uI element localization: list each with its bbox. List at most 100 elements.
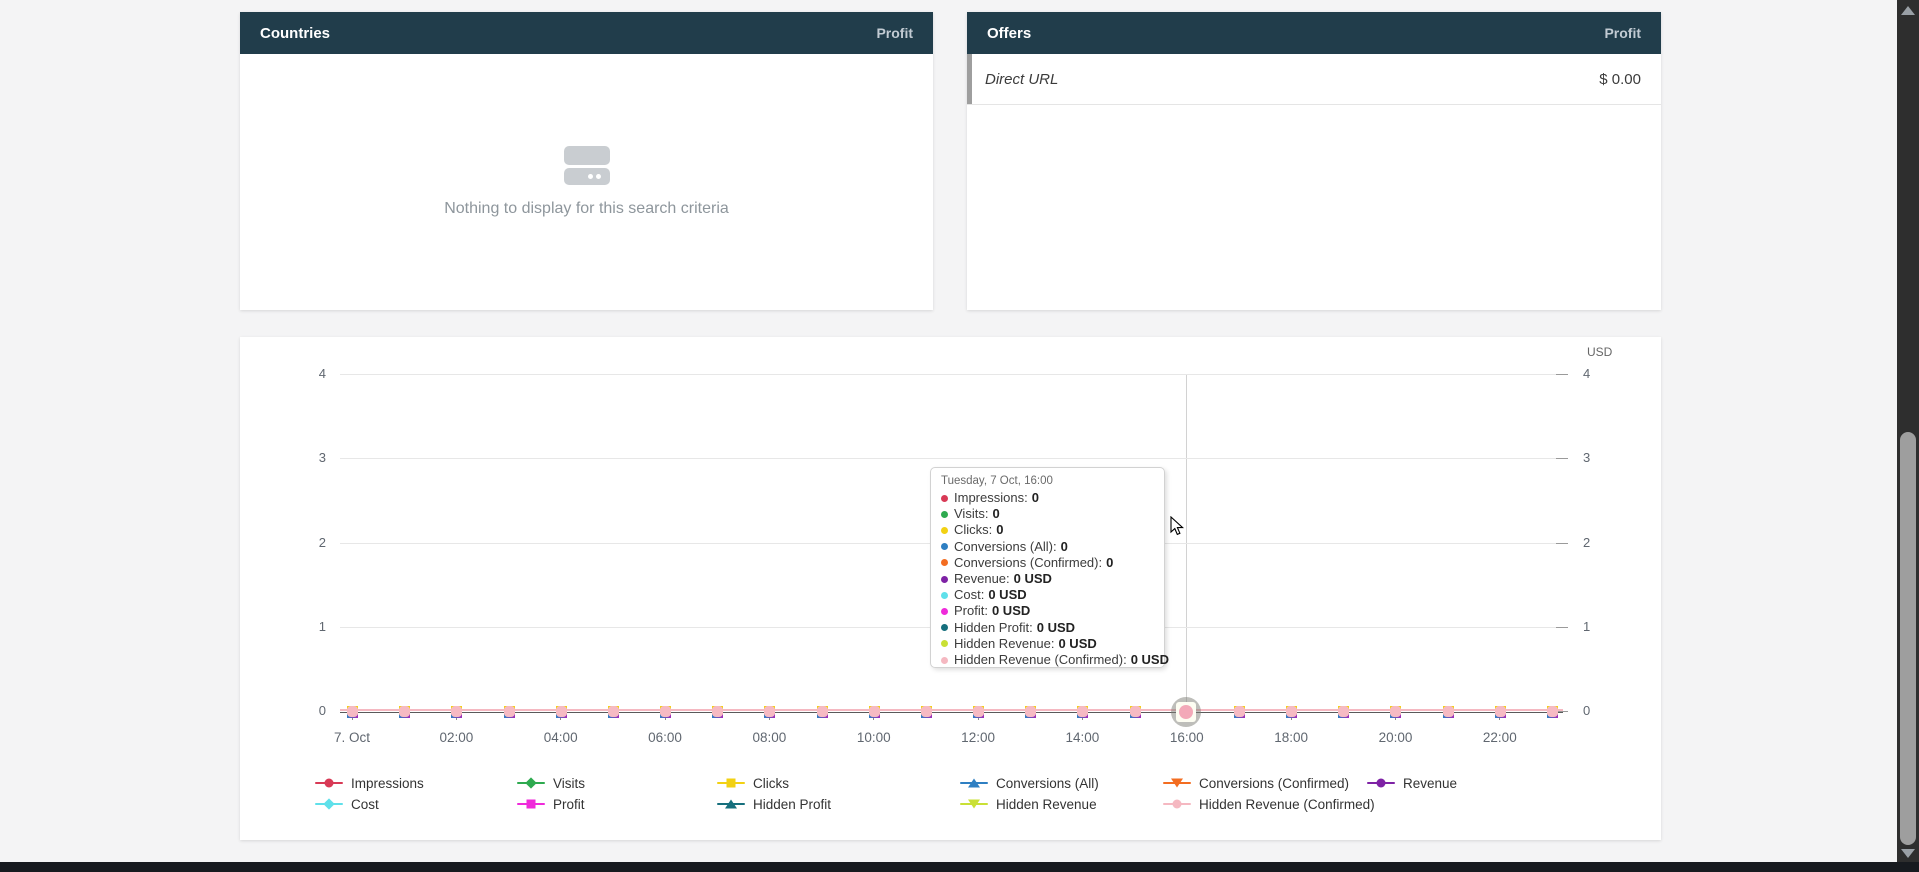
countries-metric-header[interactable]: Profit	[876, 25, 913, 41]
legend-label: Hidden Revenue (Confirmed)	[1199, 797, 1375, 812]
tooltip-row-label: Hidden Revenue (Confirmed):	[954, 652, 1127, 668]
legend-item-conversions-confirmed[interactable]: Conversions (Confirmed)	[1163, 775, 1349, 791]
offers-metric-header[interactable]: Profit	[1604, 25, 1641, 41]
legend-item-impressions[interactable]: Impressions	[315, 775, 424, 791]
tooltip-series-bullet	[941, 543, 948, 550]
tooltip-row-value: 0	[1032, 490, 1039, 506]
tooltip-row: Profit:0 USD	[941, 603, 1154, 619]
legend-item-visits[interactable]: Visits	[517, 775, 585, 791]
x-axis-label: 04:00	[544, 730, 578, 745]
tooltip-series-bullet	[941, 640, 948, 647]
offer-row[interactable]: Direct URL $ 0.00	[967, 54, 1661, 105]
legend-label: Conversions (All)	[996, 776, 1099, 791]
tooltip-row-label: Revenue:	[954, 571, 1010, 587]
scrollbar-thumb[interactable]	[1900, 432, 1916, 845]
data-point-marker[interactable]	[1077, 706, 1088, 717]
flat-series-line	[340, 709, 1563, 711]
legend-marker-line	[960, 782, 988, 784]
x-axis-label: 06:00	[648, 730, 682, 745]
data-point-marker[interactable]	[399, 706, 410, 717]
data-point-marker[interactable]	[1495, 706, 1506, 717]
data-point-marker[interactable]	[1130, 706, 1141, 717]
data-point-marker[interactable]	[817, 706, 828, 717]
legend-label: Profit	[553, 797, 585, 812]
tooltip-row-label: Conversions (All):	[954, 539, 1057, 555]
data-point-marker[interactable]	[1390, 706, 1401, 717]
tooltip-row-label: Impressions:	[954, 490, 1028, 506]
data-point-marker[interactable]	[1234, 706, 1245, 717]
scroll-up-icon[interactable]	[1901, 6, 1915, 15]
y-axis-label-left: 3	[292, 450, 326, 465]
page-scrollbar[interactable]	[1897, 0, 1919, 862]
y-axis-label-right: 1	[1583, 619, 1617, 634]
tooltip-row: Conversions (Confirmed):0	[941, 555, 1154, 571]
tooltip-row-value: 0 USD	[1037, 620, 1075, 636]
scroll-down-icon[interactable]	[1901, 849, 1915, 858]
data-point-marker[interactable]	[556, 706, 567, 717]
legend-item-hidden-profit[interactable]: Hidden Profit	[717, 796, 831, 812]
legend-item-conversions-all[interactable]: Conversions (All)	[960, 775, 1099, 791]
tooltip-row: Hidden Profit:0 USD	[941, 620, 1154, 636]
legend-marker-triangle-up	[968, 779, 980, 788]
tooltip-row: Revenue:0 USD	[941, 571, 1154, 587]
legend-label: Visits	[553, 776, 585, 791]
legend-marker-line	[315, 782, 343, 784]
x-axis-label: 16:00	[1170, 730, 1204, 745]
legend-item-clicks[interactable]: Clicks	[717, 775, 789, 791]
legend-item-hidden-revenue-confirmed[interactable]: Hidden Revenue (Confirmed)	[1163, 796, 1375, 812]
y-axis-label-left: 0	[292, 703, 326, 718]
data-point-marker[interactable]	[1025, 706, 1036, 717]
chart-tooltip: Tuesday, 7 Oct, 16:00 Impressions:0Visit…	[930, 467, 1165, 668]
hovered-point-marker[interactable]	[1171, 697, 1201, 727]
x-axis-label: 7. Oct	[334, 730, 370, 745]
legend-marker-line	[1367, 782, 1395, 784]
offer-name[interactable]: Direct URL	[985, 71, 1599, 88]
tooltip-row-label: Hidden Revenue:	[954, 636, 1054, 652]
tooltip-row: Conversions (All):0	[941, 539, 1154, 555]
tooltip-row: Cost:0 USD	[941, 587, 1154, 603]
data-point-marker[interactable]	[347, 706, 358, 717]
y-axis-label-left: 4	[292, 366, 326, 381]
tooltip-series-bullet	[941, 576, 948, 583]
data-point-marker[interactable]	[764, 706, 775, 717]
legend-item-revenue[interactable]: Revenue	[1367, 775, 1457, 791]
data-point-marker[interactable]	[973, 706, 984, 717]
y-axis-tick	[1556, 543, 1568, 544]
legend-item-hidden-revenue[interactable]: Hidden Revenue	[960, 796, 1097, 812]
data-point-marker[interactable]	[712, 706, 723, 717]
tooltip-row-value: 0 USD	[1131, 652, 1169, 668]
offers-panel-title: Offers	[987, 25, 1031, 42]
y-axis-label-left: 2	[292, 535, 326, 550]
legend-marker-line	[517, 782, 545, 784]
data-point-marker[interactable]	[1443, 706, 1454, 717]
tooltip-row-value: 0 USD	[1014, 571, 1052, 587]
data-point-marker[interactable]	[1547, 706, 1558, 717]
legend-marker-line	[315, 803, 343, 805]
tooltip-series-bullet	[941, 495, 948, 502]
data-point-marker[interactable]	[451, 706, 462, 717]
data-point-marker[interactable]	[869, 706, 880, 717]
tooltip-row-value: 0	[1061, 539, 1068, 555]
chart-card: USD 44332211007. Oct02:0004:0006:0008:00…	[240, 337, 1661, 840]
legend-marker-triangle-down	[1171, 779, 1183, 788]
gridline	[340, 374, 1563, 375]
tooltip-series-bullet	[941, 657, 948, 664]
tooltip-row-value: 0 USD	[1058, 636, 1096, 652]
legend-item-profit[interactable]: Profit	[517, 796, 585, 812]
bottom-bar	[0, 862, 1919, 872]
x-axis-label: 22:00	[1483, 730, 1517, 745]
legend-item-cost[interactable]: Cost	[315, 796, 379, 812]
data-point-marker[interactable]	[1338, 706, 1349, 717]
y-axis-tick	[1556, 458, 1568, 459]
data-point-marker[interactable]	[1286, 706, 1297, 717]
tooltip-series-bullet	[941, 511, 948, 518]
legend-marker-line	[1163, 782, 1191, 784]
tooltip-row-value: 0	[992, 506, 999, 522]
data-point-marker[interactable]	[608, 706, 619, 717]
data-point-marker[interactable]	[504, 706, 515, 717]
data-point-marker[interactable]	[660, 706, 671, 717]
tooltip-row-label: Visits:	[954, 506, 988, 522]
gridline	[340, 458, 1563, 459]
data-point-marker[interactable]	[921, 706, 932, 717]
offers-panel: Offers Profit Direct URL $ 0.00	[967, 12, 1661, 310]
